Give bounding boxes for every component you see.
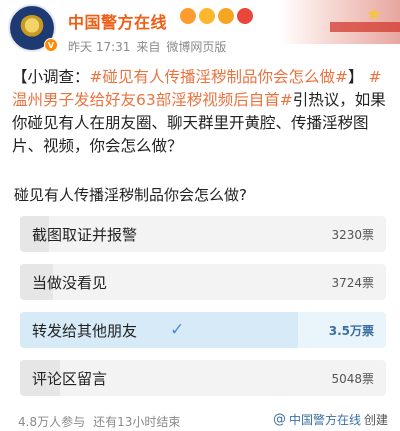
post-text: 【小调查：#碰见有人传播淫秽制品你会怎么做#】 #温州男子发给好友63部淫秽视频… [12,66,392,158]
poll-creator: @ 中国警方在线 创建 [273,411,388,428]
created-label: 创建 [363,413,388,427]
poll-remaining: 还有13小时结束 [93,415,181,429]
medal-icon [180,8,196,24]
poll-option-label: 转发给其他朋友 [32,322,138,340]
topic-link-survey[interactable]: #碰见有人传播淫秽制品你会怎么做# [90,68,348,86]
post-header: ★ V 中国警方在线 昨天 17:31 来自 微博网页版 [0,0,400,62]
checkmark-icon: ✓ [170,320,185,340]
poll-option[interactable]: 截图取证并报警 3230票 [20,216,386,252]
fan-icon [199,8,215,24]
poll-question: 碰见有人传播淫秽制品你会怎么做? [14,186,247,204]
heart-icon [237,8,253,24]
at-icon: @ [272,412,286,427]
source-prefix: 来自 [136,40,161,54]
poll-option-label: 当做没看见 [32,274,108,292]
poll-option[interactable]: 当做没看见 3724票 [20,264,386,300]
poll-option-label: 截图取证并报警 [32,226,138,244]
poll-option-count: 3230票 [331,228,374,242]
poll-option[interactable]: 评论区留言 5048票 [20,360,386,396]
poll-option-label: 评论区留言 [32,370,108,388]
poll-participants: 4.8万人参与 [18,415,86,429]
bracket-close: 】 [348,68,364,86]
bracket-open: 【小调查： [12,68,90,86]
face-icon [218,8,234,24]
post-meta: 昨天 17:31 来自 微博网页版 [68,38,226,55]
poll-footer: 4.8万人参与 还有13小时结束 [18,413,180,430]
account-badges [180,8,253,24]
poll-option-selected[interactable]: 转发给其他朋友 ✓ 3.5万票 [20,312,386,348]
verified-icon: V [44,38,58,52]
post-source: 微博网页版 [166,40,227,54]
post-time: 昨天 17:31 [68,40,131,54]
poll-option-count: 5048票 [331,372,374,386]
poll-option-count: 3.5万票 [328,324,374,338]
creator-name[interactable]: 中国警方在线 [289,411,361,428]
police-badge-icon [19,15,45,41]
header-decoration: ★ [280,0,400,44]
poll-option-count: 3724票 [331,276,374,290]
flag-band [330,22,400,32]
account-name[interactable]: 中国警方在线 [68,9,167,33]
